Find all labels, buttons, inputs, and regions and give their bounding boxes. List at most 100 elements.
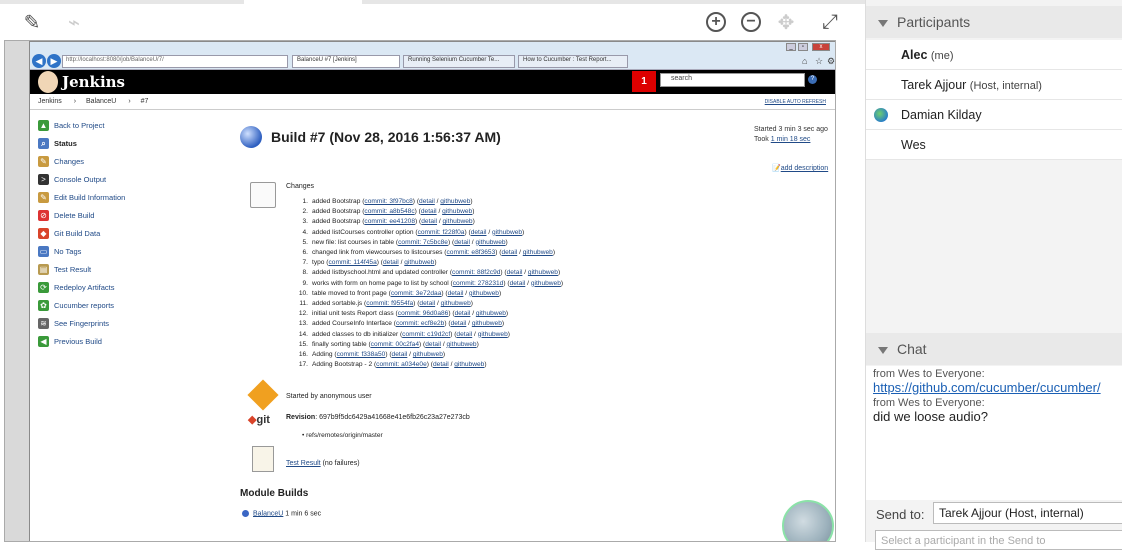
commit-link[interactable]: commit: 278231d [453, 280, 504, 287]
githubweb-link[interactable]: githubweb [523, 249, 553, 256]
detail-link[interactable]: detail [456, 331, 472, 338]
disable-auto-refresh-link[interactable]: DISABLE AUTO REFRESH [765, 99, 826, 105]
sidebar-item[interactable]: ✿ Cucumber reports [38, 296, 218, 314]
sidebar-item[interactable]: ✎ Edit Build Information [38, 188, 218, 206]
notification-badge[interactable]: 1 [632, 71, 656, 92]
detail-link[interactable]: detail [421, 218, 437, 225]
commit-link[interactable]: commit: 7c5bc8e [398, 239, 448, 246]
address-bar[interactable]: http://localhost:8080/job/BalanceU/7/ [62, 55, 288, 68]
sidebar-item[interactable]: ⌕ Status [38, 134, 218, 152]
detail-link[interactable]: detail [455, 310, 471, 317]
githubweb-link[interactable]: githubweb [531, 280, 561, 287]
detail-link[interactable]: detail [433, 361, 449, 368]
commit-link[interactable]: commit: 96d0a86 [398, 310, 449, 317]
breadcrumb-build[interactable]: #7 [141, 98, 149, 105]
detail-link[interactable]: detail [454, 239, 470, 246]
githubweb-link[interactable]: githubweb [478, 331, 508, 338]
githubweb-link[interactable]: githubweb [454, 361, 484, 368]
sidebar-item[interactable]: ⊘ Delete Build [38, 206, 218, 224]
jenkins-logo[interactable] [38, 71, 58, 93]
participant-row[interactable]: Tarek Ajjour (Host, internal) [866, 70, 1122, 100]
detail-link[interactable]: detail [448, 290, 464, 297]
detail-link[interactable]: detail [425, 341, 441, 348]
forward-icon[interactable]: ▶ [47, 54, 61, 68]
pencil-icon[interactable]: ✎ [20, 10, 44, 34]
pan-icon[interactable]: ✥ [774, 10, 798, 34]
githubweb-link[interactable]: githubweb [472, 320, 502, 327]
sidebar-item[interactable]: ▭ No Tags [38, 242, 218, 260]
participant-row[interactable]: Wes [866, 130, 1122, 160]
githubweb-link[interactable]: githubweb [492, 229, 522, 236]
tab-selenium[interactable]: Running Selenium Cucumber Te... [403, 55, 515, 68]
detail-link[interactable]: detail [421, 208, 437, 215]
search-input[interactable]: search [660, 73, 805, 87]
took-link[interactable]: 1 min 18 sec [771, 136, 811, 143]
favorites-icon[interactable]: ☆ [815, 56, 823, 67]
commit-link[interactable]: commit: a034e0e [376, 361, 427, 368]
sidebar-item[interactable]: ▲ Back to Project [38, 116, 218, 134]
commit-link[interactable]: commit: a8b548c [364, 208, 414, 215]
laser-pointer-icon[interactable]: ⌁ [62, 10, 86, 34]
detail-link[interactable]: detail [451, 320, 467, 327]
minimize-icon[interactable]: _ [786, 43, 796, 51]
commit-link[interactable]: commit: f338a50 [337, 351, 386, 358]
zoom-out-icon[interactable]: − [741, 12, 761, 32]
githubweb-link[interactable]: githubweb [440, 198, 470, 205]
commit-link[interactable]: commit: 3f97bc8 [364, 198, 412, 205]
restore-icon[interactable]: ▫ [798, 43, 808, 51]
commit-link[interactable]: commit: 114f45a [329, 259, 377, 266]
detail-link[interactable]: detail [419, 198, 435, 205]
jenkins-title[interactable]: Jenkins [62, 73, 125, 91]
collapse-triangle-icon[interactable] [878, 347, 888, 354]
sidebar-item[interactable]: ◀ Previous Build [38, 332, 218, 350]
sidebar-item[interactable]: ▤ Test Result [38, 260, 218, 278]
sidebar-item[interactable]: ✎ Changes [38, 152, 218, 170]
detail-link[interactable]: detail [507, 269, 523, 276]
breadcrumb-jenkins[interactable]: Jenkins [38, 98, 62, 105]
detail-link[interactable]: detail [419, 300, 435, 307]
chat-input[interactable]: Select a participant in the Send to [875, 530, 1122, 550]
commit-link[interactable]: commit: e8f3653 [447, 249, 496, 256]
githubweb-link[interactable]: githubweb [528, 269, 558, 276]
commit-link[interactable]: commit: 00c2fa4 [371, 341, 419, 348]
sidebar-item[interactable]: ≋ See Fingerprints [38, 314, 218, 332]
participant-row[interactable]: Damian Kilday [866, 100, 1122, 130]
sidebar-item[interactable]: ◆ Git Build Data [38, 224, 218, 242]
breadcrumb-balanceu[interactable]: BalanceU [86, 98, 116, 105]
commit-link[interactable]: commit: 88f2c9d [452, 269, 500, 276]
chat-link[interactable]: https://github.com/cucumber/cucumber/ [866, 380, 1122, 395]
settings-gear-icon[interactable]: ⚙ [827, 56, 835, 67]
githubweb-link[interactable]: githubweb [442, 208, 472, 215]
tab-cucumber[interactable]: How to Cucumber : Test Report... [518, 55, 628, 68]
send-to-select[interactable]: Tarek Ajjour (Host, internal) [933, 502, 1122, 524]
detail-link[interactable]: detail [392, 351, 408, 358]
detail-link[interactable]: detail [383, 259, 399, 266]
chat-header[interactable]: Chat [866, 333, 1122, 365]
githubweb-link[interactable]: githubweb [413, 351, 443, 358]
commit-link[interactable]: commit: ee41208 [364, 218, 415, 225]
zoom-in-icon[interactable]: + [706, 12, 726, 32]
participant-row[interactable]: Alec (me) [866, 40, 1122, 70]
githubweb-link[interactable]: githubweb [441, 300, 471, 307]
githubweb-link[interactable]: githubweb [443, 218, 473, 225]
add-description[interactable]: 📝add description [772, 164, 828, 172]
collapse-triangle-icon[interactable] [878, 20, 888, 27]
close-icon[interactable]: x [812, 43, 830, 51]
detail-link[interactable]: detail [471, 229, 487, 236]
tab-jenkins[interactable]: BalanceU #7 [Jenkins] [292, 55, 400, 68]
githubweb-link[interactable]: githubweb [404, 259, 434, 266]
participants-header[interactable]: Participants [866, 6, 1122, 38]
module-link[interactable]: BalanceU [253, 510, 283, 517]
back-icon[interactable]: ◀ [32, 54, 46, 68]
githubweb-link[interactable]: githubweb [475, 239, 505, 246]
commit-link[interactable]: commit: f9554fa [366, 300, 413, 307]
help-icon[interactable]: ? [808, 75, 817, 84]
add-description-link[interactable]: add description [781, 165, 828, 172]
home-icon[interactable]: ⌂ [802, 56, 807, 66]
detail-link[interactable]: detail [510, 280, 526, 287]
sidebar-item[interactable]: ⟳ Redeploy Artifacts [38, 278, 218, 296]
sidebar-item[interactable]: > Console Output [38, 170, 218, 188]
githubweb-link[interactable]: githubweb [469, 290, 499, 297]
commit-link[interactable]: commit: f228f0a [418, 229, 465, 236]
detail-link[interactable]: detail [501, 249, 517, 256]
